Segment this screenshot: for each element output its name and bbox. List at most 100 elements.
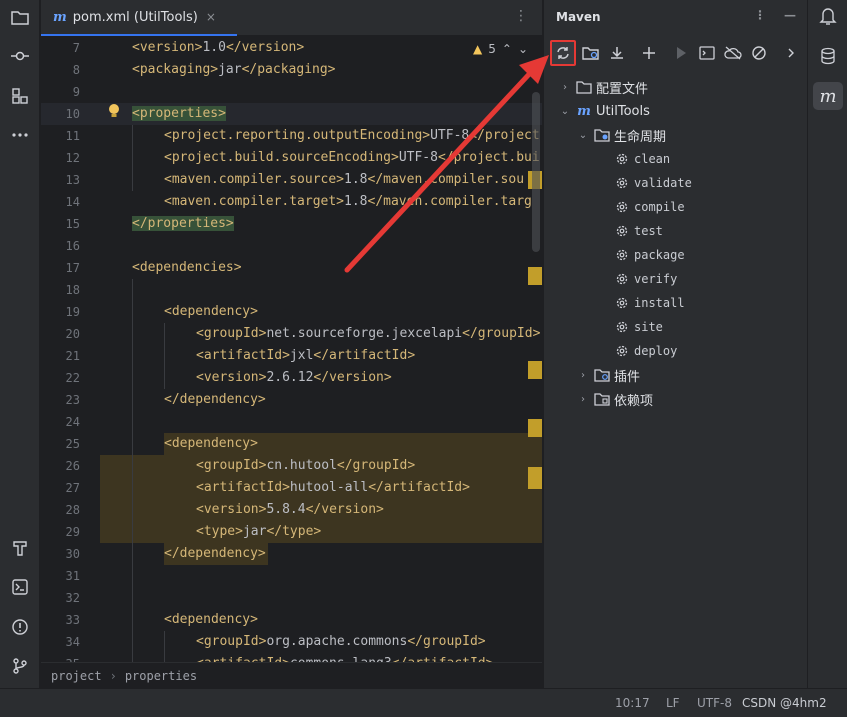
- inspection-widget[interactable]: ▲ 5 ⌃ ⌄: [473, 42, 528, 56]
- skip-tests-icon: [752, 46, 766, 60]
- minimize-icon[interactable]: —: [784, 8, 796, 22]
- code-text: <groupId>cn.hutool</groupId>: [196, 455, 415, 477]
- code-line[interactable]: 27 <artifactId>hutool-all</artifactId>: [41, 477, 542, 499]
- execute-goal-button[interactable]: [694, 40, 720, 66]
- terminal-icon[interactable]: [8, 575, 32, 599]
- code-line[interactable]: 20 <groupId>net.sourceforge.jexcelapi</gr…: [41, 323, 542, 345]
- add-maven-project-button[interactable]: [636, 40, 662, 66]
- code-line[interactable]: 24: [41, 411, 542, 433]
- chevron-right-icon[interactable]: ›: [558, 82, 572, 93]
- toggle-offline-mode-button[interactable]: [720, 40, 746, 66]
- breadcrumb-item-project[interactable]: project: [51, 669, 102, 683]
- goal-label: package: [634, 248, 685, 262]
- tree-node-lifecycle[interactable]: ⌄ 生命周期: [576, 124, 666, 146]
- code-line[interactable]: 25 <dependency>: [41, 433, 542, 455]
- close-icon[interactable]: ×: [206, 10, 216, 24]
- line-separator[interactable]: LF: [666, 696, 680, 710]
- code-line[interactable]: 7 <version>1.0</version>: [41, 37, 542, 59]
- code-line[interactable]: 26 <groupId>cn.hutool</groupId>: [41, 455, 542, 477]
- vertical-scrollbar[interactable]: [532, 92, 540, 252]
- lifecycle-goal-clean[interactable]: clean: [614, 148, 670, 170]
- tree-node-dependencies[interactable]: › 依赖项: [576, 388, 653, 410]
- lifecycle-goal-compile[interactable]: compile: [614, 196, 685, 218]
- lifecycle-goal-validate[interactable]: validate: [614, 172, 692, 194]
- problems-icon[interactable]: [8, 615, 32, 639]
- tree-node-plugins[interactable]: › 插件: [576, 364, 640, 386]
- code-line[interactable]: 22 <version>2.6.12</version>: [41, 367, 542, 389]
- warning-stripe[interactable]: [528, 361, 542, 379]
- xml-open-tag: <version>: [132, 40, 203, 55]
- more-tools-icon[interactable]: [8, 123, 32, 147]
- code-line[interactable]: 16: [41, 235, 542, 257]
- xml-open-tag: <dependency>: [164, 612, 258, 627]
- code-line[interactable]: 8 <packaging>jar</packaging>: [41, 59, 542, 81]
- tree-label: 配置文件: [596, 81, 649, 97]
- skip-tests-button[interactable]: [746, 40, 772, 66]
- lifecycle-goal-verify[interactable]: verify: [614, 268, 677, 290]
- maven-tool-icon[interactable]: m: [813, 82, 843, 110]
- code-line[interactable]: 17 <dependencies>: [41, 257, 542, 279]
- run-maven-build-button[interactable]: [668, 40, 694, 66]
- code-line[interactable]: 9: [41, 81, 542, 103]
- code-line[interactable]: 32: [41, 587, 542, 609]
- code-line[interactable]: 29 <type>jar</type>: [41, 521, 542, 543]
- tree-node-project[interactable]: ⌄ m UtilTools: [558, 100, 650, 122]
- toolbar-overflow-button[interactable]: [778, 40, 804, 66]
- lifecycle-goal-deploy[interactable]: deploy: [614, 340, 677, 362]
- code-line[interactable]: 12 <project.build.sourceEncoding>UTF-8</p…: [41, 147, 542, 169]
- code-line[interactable]: 13 <maven.compiler.source>1.8</maven.comp…: [41, 169, 542, 191]
- warning-stripe[interactable]: [528, 267, 542, 285]
- right-tool-strip: m: [807, 0, 847, 688]
- warning-stripe[interactable]: [528, 467, 542, 489]
- tree-node-profiles[interactable]: › 配置文件: [558, 76, 648, 98]
- code-line[interactable]: 31: [41, 565, 542, 587]
- tab-more-icon[interactable]: ⋮: [514, 8, 528, 24]
- gear-icon: [614, 199, 630, 215]
- lifecycle-goal-package[interactable]: package: [614, 244, 685, 266]
- code-editor[interactable]: 7 <version>1.0</version> 8 <packaging>jar</…: [41, 37, 542, 662]
- code-line[interactable]: 33 <dependency>: [41, 609, 542, 631]
- generate-sources-button[interactable]: [578, 40, 604, 66]
- download-sources-button[interactable]: [604, 40, 630, 66]
- notifications-bell-icon[interactable]: [816, 4, 840, 28]
- database-icon[interactable]: [816, 44, 840, 68]
- editor-tab-bar: m pom.xml (UtilTools) × ⋮: [41, 0, 542, 36]
- chevron-right-icon[interactable]: ›: [576, 394, 590, 405]
- chevron-down-icon[interactable]: ⌄: [576, 130, 590, 141]
- breadcrumb-item-properties[interactable]: properties: [125, 669, 197, 683]
- code-line[interactable]: 14 <maven.compiler.target>1.8</maven.comp…: [41, 191, 542, 213]
- code-line[interactable]: 18: [41, 279, 542, 301]
- code-line[interactable]: 11 <project.reporting.outputEncoding>UTF-…: [41, 125, 542, 147]
- commit-icon[interactable]: [8, 44, 32, 68]
- project-folder-icon[interactable]: [8, 6, 32, 30]
- lightbulb-icon[interactable]: [107, 103, 121, 123]
- code-line[interactable]: 15 </properties>: [41, 213, 542, 235]
- xml-open-tag: <maven.compiler.target>: [164, 194, 345, 209]
- code-line[interactable]: 35 <artifactId>commons-lang3</artifactId>: [41, 653, 542, 662]
- lifecycle-goal-test[interactable]: test: [614, 220, 663, 242]
- code-line[interactable]: 34 <groupId>org.apache.commons</groupId>: [41, 631, 542, 653]
- build-hammer-icon[interactable]: [8, 536, 32, 560]
- lifecycle-goal-site[interactable]: site: [614, 316, 663, 338]
- lifecycle-goal-install[interactable]: install: [614, 292, 685, 314]
- status-bar: 10:17 LF UTF-8 CSDN @4hm2: [0, 688, 847, 717]
- reload-all-projects-button[interactable]: [550, 40, 576, 66]
- warning-stripe[interactable]: [528, 419, 542, 437]
- line-number: 12: [65, 151, 80, 165]
- structure-icon[interactable]: [8, 84, 32, 108]
- more-options-icon[interactable]: ⋮: [754, 8, 766, 22]
- file-encoding[interactable]: UTF-8: [697, 696, 732, 710]
- caret-position[interactable]: 10:17: [615, 696, 650, 710]
- code-line[interactable]: 19 <dependency>: [41, 301, 542, 323]
- code-line[interactable]: 30 </dependency>: [41, 543, 542, 565]
- chevron-down-icon[interactable]: ⌄: [558, 106, 572, 117]
- chevron-right-icon[interactable]: ›: [576, 370, 590, 381]
- code-line[interactable]: 23 </dependency>: [41, 389, 542, 411]
- chevron-down-icon[interactable]: ⌄: [518, 42, 528, 56]
- git-branch-icon[interactable]: [8, 654, 32, 678]
- code-line[interactable]: 21 <artifactId>jxl</artifactId>: [41, 345, 542, 367]
- code-line[interactable]: 28 <version>5.8.4</version>: [41, 499, 542, 521]
- folder-refresh-icon: [582, 47, 599, 60]
- tab-pom-xml[interactable]: m pom.xml (UtilTools) ×: [41, 0, 237, 36]
- chevron-up-icon[interactable]: ⌃: [502, 42, 512, 56]
